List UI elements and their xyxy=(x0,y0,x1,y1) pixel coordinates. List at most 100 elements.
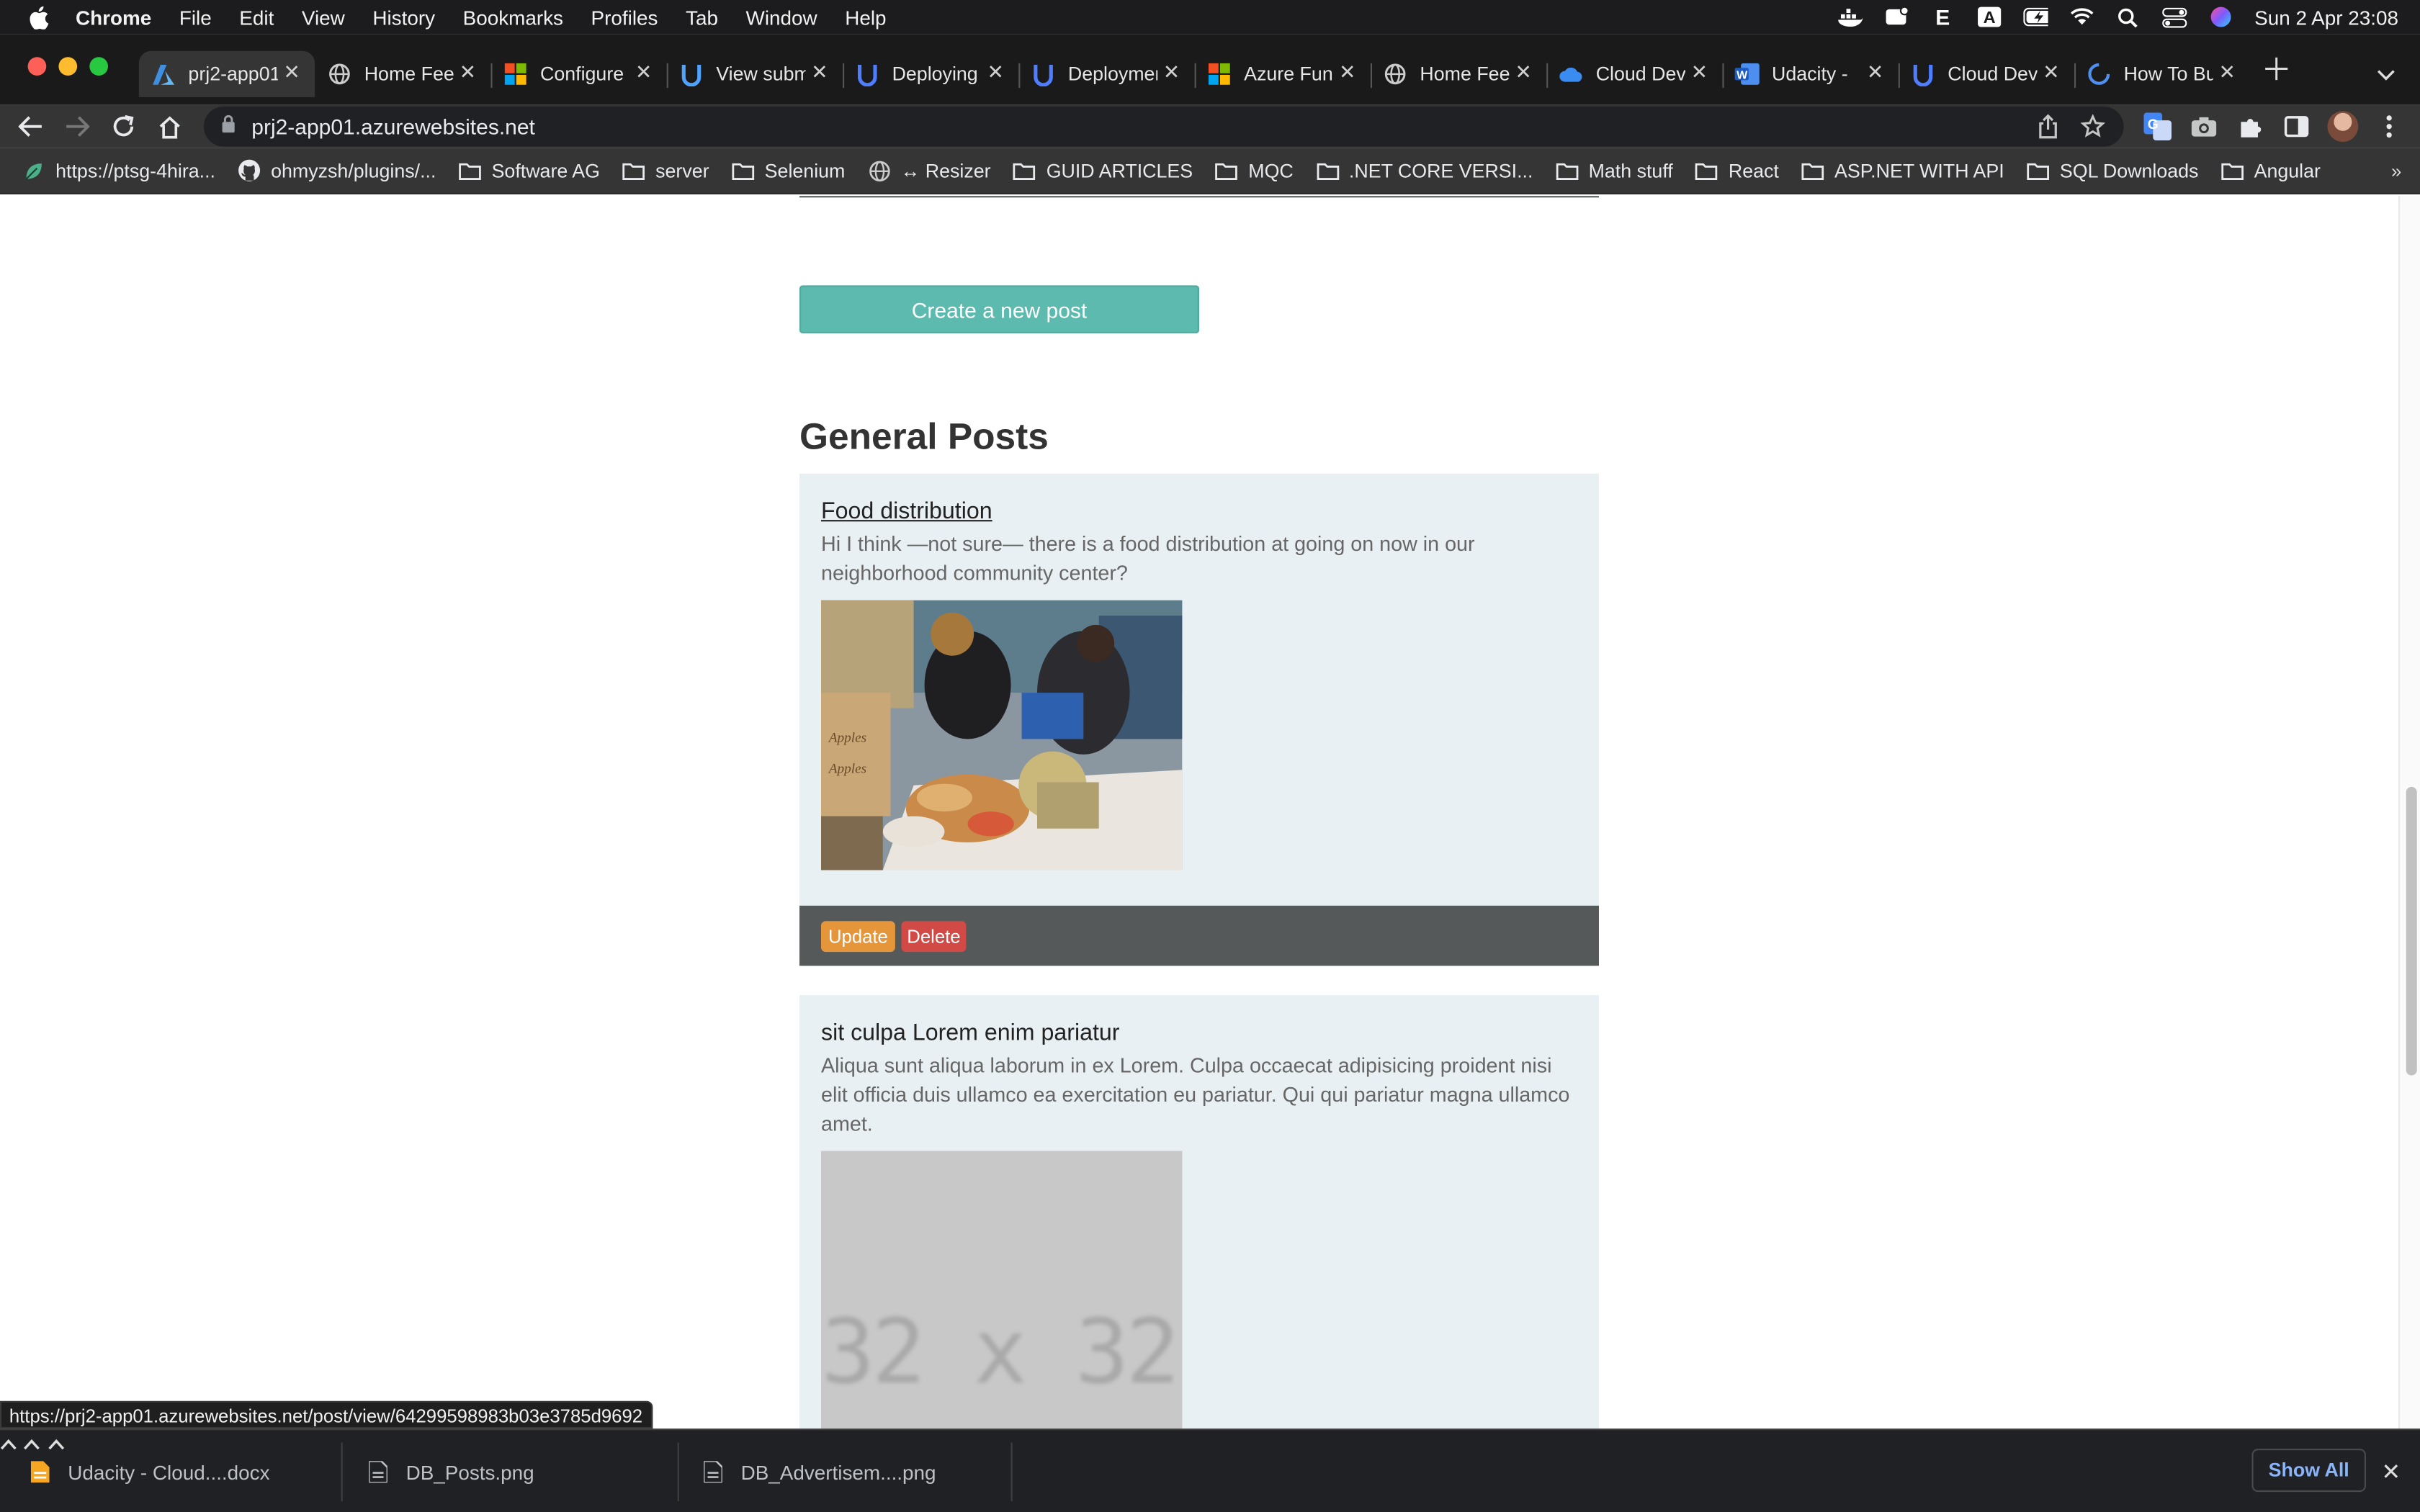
share-icon[interactable] xyxy=(2038,114,2059,147)
menu-profiles[interactable]: Profiles xyxy=(591,6,658,29)
close-tab-icon[interactable]: ✕ xyxy=(2216,61,2238,84)
menu-bar-clock[interactable]: Sun 2 Apr 23:08 xyxy=(2254,6,2398,29)
bookmark-label: server xyxy=(655,159,709,181)
tab-home-feed-2[interactable]: Home Feed ✕ xyxy=(1371,51,1549,97)
close-tab-icon[interactable]: ✕ xyxy=(1337,61,1358,84)
update-button[interactable]: Update xyxy=(821,921,895,953)
lock-icon[interactable] xyxy=(220,112,236,140)
delete-button[interactable]: Delete xyxy=(901,921,967,953)
menu-edit[interactable]: Edit xyxy=(239,6,274,29)
bookmark-folder-angular[interactable]: Angular xyxy=(2220,160,2321,181)
show-all-downloads-button[interactable]: Show All xyxy=(2251,1449,2366,1493)
close-tab-icon[interactable]: ✕ xyxy=(1512,61,1534,84)
reload-icon[interactable] xyxy=(108,111,139,142)
download-item-db-advertisements[interactable]: DB_Advertisem....png xyxy=(704,1430,936,1512)
close-tab-icon[interactable]: ✕ xyxy=(1688,61,1710,84)
menu-file[interactable]: File xyxy=(179,6,212,29)
tab-search-chevron-icon[interactable] xyxy=(2377,62,2396,90)
bookmark-folder-math-stuff[interactable]: Math stuff xyxy=(1554,160,1673,181)
bookmark-folder-net-core[interactable]: .NET CORE VERSI... xyxy=(1315,160,1533,181)
battery-icon[interactable] xyxy=(2022,6,2048,28)
tab-prj2-app01[interactable]: prj2-app01 ✕ xyxy=(138,50,315,97)
scrollbar-thumb[interactable] xyxy=(2406,786,2417,1076)
forward-arrow-icon[interactable] xyxy=(62,111,93,142)
close-tab-icon[interactable]: ✕ xyxy=(1160,61,1182,84)
folder-icon xyxy=(1214,160,1239,181)
bookmark-folder-mqc[interactable]: MQC xyxy=(1214,160,1294,181)
globe-icon xyxy=(1383,62,1407,86)
close-tab-icon[interactable]: ✕ xyxy=(281,61,302,84)
tab-azure-functions[interactable]: Azure Functions ✕ xyxy=(1195,51,1372,97)
close-tab-icon[interactable]: ✕ xyxy=(1865,61,1886,84)
tab-how-to-build[interactable]: How To Build ✕ xyxy=(2074,51,2250,97)
menu-app-name[interactable]: Chrome xyxy=(76,6,151,29)
bookmark-folder-guid-articles[interactable]: GUID ARTICLES xyxy=(1013,160,1193,181)
close-window-icon[interactable] xyxy=(27,57,47,76)
microsoft-icon xyxy=(1207,62,1232,86)
tab-udacity-doc[interactable]: W Udacity - ✕ xyxy=(1722,51,1900,97)
close-tab-icon[interactable]: ✕ xyxy=(633,61,655,84)
create-post-button[interactable]: Create a new post xyxy=(799,285,1199,333)
close-tab-icon[interactable]: ✕ xyxy=(2040,61,2062,84)
menu-help[interactable]: Help xyxy=(845,6,886,29)
camera-icon[interactable] xyxy=(2189,111,2220,142)
close-tab-icon[interactable]: ✕ xyxy=(809,61,830,84)
spotlight-search-icon[interactable] xyxy=(2115,6,2140,28)
post-actions-bar: Update Delete xyxy=(799,905,1599,966)
bookmarks-overflow-icon[interactable]: » xyxy=(2391,161,2401,182)
download-item-db-posts[interactable]: DB_Posts.png xyxy=(369,1430,534,1512)
bookmark-resizer[interactable]: ↔ Resizer xyxy=(866,160,991,181)
minimize-window-icon[interactable] xyxy=(58,57,78,76)
menu-window[interactable]: Window xyxy=(746,6,817,29)
bookmark-folder-software-ag[interactable]: Software AG xyxy=(457,160,600,181)
profile-avatar[interactable] xyxy=(2327,111,2359,143)
maximize-window-icon[interactable] xyxy=(89,57,108,76)
input-source-icon[interactable]: A xyxy=(1976,6,2001,28)
azure-icon xyxy=(151,62,176,86)
bookmark-folder-react[interactable]: React xyxy=(1695,160,1779,181)
bookmark-folder-sql-downloads[interactable]: SQL Downloads xyxy=(2026,160,2198,181)
bookmark-star-icon[interactable] xyxy=(2080,114,2106,147)
menu-bookmarks[interactable]: Bookmarks xyxy=(463,6,563,29)
tab-configure[interactable]: Configure ✕ xyxy=(490,51,668,97)
control-center-icon[interactable] xyxy=(2161,6,2187,28)
page-scrollbar[interactable] xyxy=(2398,196,2420,1429)
tab-cloud-dev-2[interactable]: Cloud Dev ✕ xyxy=(1899,51,2076,97)
docker-icon[interactable] xyxy=(1837,6,1863,28)
side-panel-icon[interactable] xyxy=(2281,111,2312,142)
new-tab-button[interactable]: ＋ xyxy=(2261,55,2292,86)
close-download-shelf-icon[interactable]: ✕ xyxy=(2381,1458,2401,1485)
evernote-e-icon[interactable]: E xyxy=(1930,4,1955,29)
close-tab-icon[interactable]: ✕ xyxy=(457,61,478,84)
post-title-link[interactable]: Food distribution xyxy=(821,498,992,524)
tab-deployment[interactable]: Deployment ✕ xyxy=(1018,51,1196,97)
tab-cloud-dev[interactable]: Cloud Dev ✕ xyxy=(1546,51,1724,97)
url-text[interactable]: prj2-app01.azurewebsites.net xyxy=(251,114,535,139)
back-arrow-icon[interactable] xyxy=(15,111,46,142)
menu-history[interactable]: History xyxy=(372,6,435,29)
post-title[interactable]: sit culpa Lorem enim pariatur xyxy=(821,1020,1119,1045)
tab-deploying[interactable]: Deploying ✕ xyxy=(843,51,1021,97)
google-translate-icon[interactable]: G xyxy=(2142,111,2173,142)
home-icon[interactable] xyxy=(154,111,185,142)
extensions-puzzle-icon[interactable] xyxy=(2235,111,2266,142)
menu-view[interactable]: View xyxy=(302,6,345,29)
apple-icon[interactable] xyxy=(26,5,50,29)
address-bar[interactable]: prj2-app01.azurewebsites.net xyxy=(203,106,2124,147)
bookmark-folder-selenium[interactable]: Selenium xyxy=(731,159,846,181)
bookmark-folder-aspnet-api[interactable]: ASP.NET WITH API xyxy=(1801,160,2004,181)
download-options-chevron-icon[interactable] xyxy=(0,1430,17,1456)
close-tab-icon[interactable]: ✕ xyxy=(985,61,1006,84)
notification-icon[interactable] xyxy=(1884,6,1909,28)
bookmark-label: Selenium xyxy=(764,159,846,181)
bookmark-ohmyzsh[interactable]: ohmyzsh/plugins/... xyxy=(237,159,436,181)
tab-view-submission[interactable]: View submission ✕ xyxy=(667,51,845,97)
kebab-menu-icon[interactable] xyxy=(2374,111,2405,142)
download-item-docx[interactable]: Udacity - Cloud....docx xyxy=(30,1430,270,1512)
wifi-icon[interactable] xyxy=(2069,6,2094,28)
bookmark-ptsg[interactable]: https://ptsg-4hira... xyxy=(22,160,215,181)
menu-tab[interactable]: Tab xyxy=(686,6,718,29)
siri-icon[interactable] xyxy=(2208,6,2233,28)
tab-home-feed[interactable]: Home Feed ✕ xyxy=(315,51,493,97)
bookmark-folder-server[interactable]: server xyxy=(622,160,709,181)
